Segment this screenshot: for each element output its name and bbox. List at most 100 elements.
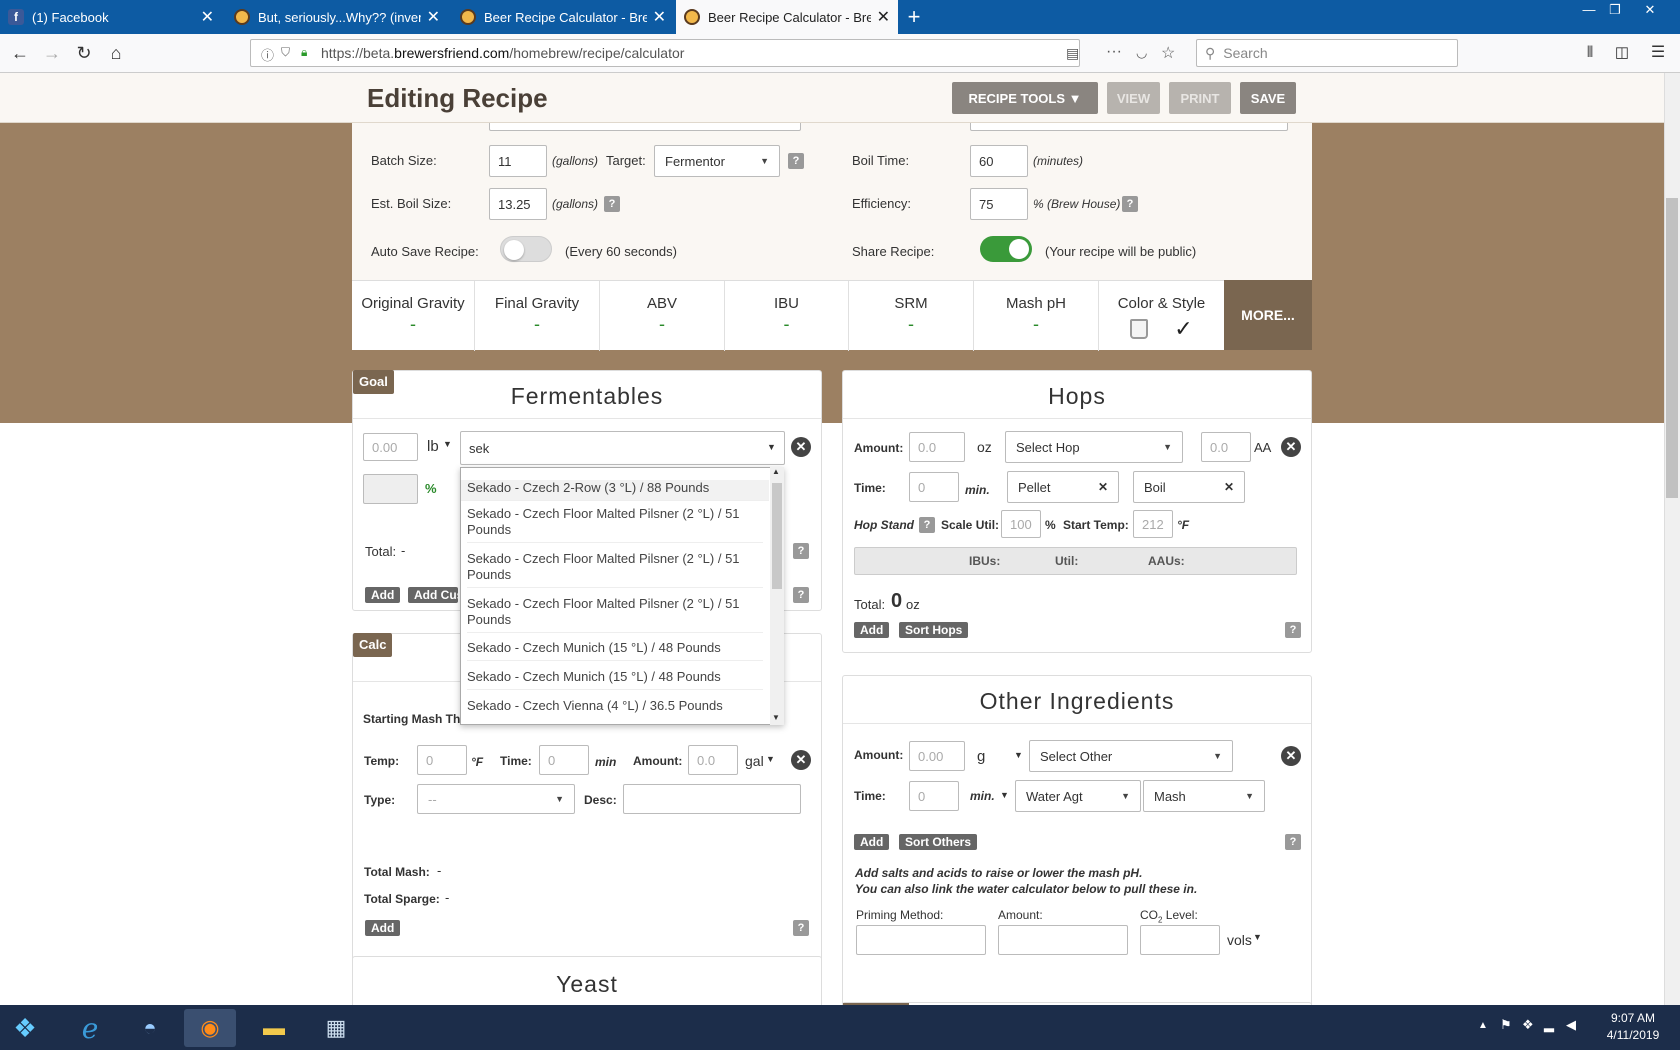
pocket-icon[interactable]: ◡ xyxy=(1136,45,1147,61)
url-bar[interactable]: ⓘ ⛉ 🔒︎ https://beta.brewersfriend.com/ho… xyxy=(250,39,1175,67)
fermentable-option[interactable]: Sekado - Czech Floor Malted Pilsner (2 °… xyxy=(467,551,763,588)
fermentable-option[interactable]: Sekado - Czech Floor Malted Pilsner (2 °… xyxy=(467,596,763,633)
auto-save-toggle[interactable] xyxy=(500,236,552,262)
close-tab-icon[interactable]: ✕ xyxy=(201,7,214,27)
show-hidden-icons[interactable]: ▲ xyxy=(1478,1020,1488,1031)
bookmark-star-icon[interactable]: ☆ xyxy=(1161,43,1175,63)
page-actions-icon[interactable]: ··· xyxy=(1106,43,1122,61)
fermentable-option[interactable]: Sekado - Czech Vienna (4 °L) / 36.5 Poun… xyxy=(467,698,763,718)
help-icon[interactable]: ? xyxy=(1122,196,1138,212)
mash-amount-input[interactable]: 0.0 xyxy=(688,745,738,775)
url-text[interactable]: https://beta.brewersfriend.com/homebrew/… xyxy=(321,45,684,61)
fermentable-option[interactable]: Sekado - Czech Munich (15 °L) / 48 Pound… xyxy=(467,640,763,661)
minimize-icon[interactable]: — xyxy=(1576,0,1602,22)
internet-explorer-icon[interactable]: e xyxy=(64,1009,116,1047)
close-window-icon[interactable]: ✕ xyxy=(1630,0,1670,22)
chat-app-icon[interactable]: ◓ xyxy=(124,1009,176,1047)
forward-icon[interactable]: → xyxy=(40,42,64,66)
other-unit-select[interactable]: g xyxy=(977,748,985,765)
efficiency-input[interactable]: 75 xyxy=(970,188,1028,220)
fermentable-option[interactable]: Sekado - Czech Munich (15 °L) / 48 Pound… xyxy=(467,669,763,690)
add-custom-fermentable-button[interactable]: Add Cus xyxy=(408,587,458,603)
restore-icon[interactable]: ❐ xyxy=(1602,0,1628,22)
calc-badge[interactable]: Calc xyxy=(353,633,393,657)
fermentable-unit-select[interactable]: lb xyxy=(427,438,439,455)
help-icon[interactable]: ? xyxy=(793,920,809,936)
home-icon[interactable]: ⌂ xyxy=(104,42,128,66)
hop-amount-input[interactable]: 0.0 xyxy=(909,432,965,462)
network-icon[interactable]: ▂ xyxy=(1544,1017,1554,1033)
dropbox-icon[interactable]: ❖ xyxy=(1522,1017,1534,1033)
co2-unit-select[interactable]: vols xyxy=(1227,932,1252,948)
batch-size-input[interactable]: 11 xyxy=(489,145,547,177)
start-button[interactable]: ❖ xyxy=(2,1009,48,1047)
priming-method-input[interactable] xyxy=(856,925,986,955)
help-icon[interactable]: ? xyxy=(793,587,809,603)
fermentable-percent-input[interactable] xyxy=(363,474,418,504)
other-use-select[interactable]: Mash ▼ xyxy=(1143,780,1265,812)
recipe-tools-button[interactable]: RECIPE TOOLS ▼ xyxy=(952,82,1098,114)
hop-aa-input[interactable]: 0.0 xyxy=(1201,432,1251,462)
sort-hops-button[interactable]: Sort Hops xyxy=(899,622,969,638)
more-stats-button[interactable]: MORE... xyxy=(1224,280,1312,350)
hop-form-select[interactable]: Pellet ✕ xyxy=(1007,471,1119,503)
reader-view-icon[interactable]: ▤ xyxy=(1066,45,1079,62)
dropdown-scrollbar[interactable]: ▲ ▼ xyxy=(770,467,784,725)
close-tab-icon[interactable]: ✕ xyxy=(653,7,666,27)
close-tab-icon[interactable]: ✕ xyxy=(427,7,440,27)
tab-facebook[interactable]: f (1) Facebook ✕ xyxy=(0,0,222,34)
reload-icon[interactable]: ↻ xyxy=(72,42,96,66)
sidebar-icon[interactable]: ◫ xyxy=(1610,42,1634,66)
mash-temp-input[interactable]: 0 xyxy=(417,745,467,775)
other-time-input[interactable]: 0 xyxy=(909,781,959,811)
tab-recipe-calculator[interactable]: Beer Recipe Calculator - Brewe ✕ xyxy=(452,0,674,34)
scale-util-input[interactable]: 100 xyxy=(1001,510,1041,538)
hop-use-select[interactable]: Boil ✕ xyxy=(1133,471,1245,503)
library-icon[interactable]: ⫴ xyxy=(1578,42,1602,66)
fermentable-option[interactable]: Sekado - Czech Floor Malted Pilsner (2 °… xyxy=(467,506,763,543)
file-explorer-icon[interactable]: ▬ xyxy=(248,1009,300,1047)
scroll-down-icon[interactable]: ▼ xyxy=(772,713,780,722)
taskbar-clock[interactable]: 9:07 AM 4/11/2019 xyxy=(1590,1010,1676,1044)
flag-icon[interactable]: ⚑ xyxy=(1500,1017,1512,1033)
clear-icon[interactable]: ✕ xyxy=(1098,480,1108,494)
goal-badge[interactable]: Goal xyxy=(353,370,394,394)
add-mash-step-button[interactable]: Add xyxy=(365,920,401,936)
fermentable-option[interactable]: Sekado - Czech 2-Row (3 °L) / 88 Pounds xyxy=(461,480,769,501)
dropdown-scroll-thumb[interactable] xyxy=(772,483,782,589)
sort-others-button[interactable]: Sort Others xyxy=(899,834,978,850)
tracking-shield-icon[interactable]: ⛉ xyxy=(281,45,290,60)
remove-fermentable-icon[interactable]: ✕ xyxy=(791,437,811,457)
scroll-up-icon[interactable]: ▲ xyxy=(772,467,780,476)
target-select[interactable]: Fermentor ▼ xyxy=(654,145,780,177)
start-temp-input[interactable]: 212 xyxy=(1133,510,1173,538)
help-icon[interactable]: ? xyxy=(1285,622,1301,638)
clear-icon[interactable]: ✕ xyxy=(1224,480,1234,494)
share-recipe-toggle[interactable] xyxy=(980,236,1032,262)
remove-mash-step-icon[interactable]: ✕ xyxy=(791,750,811,770)
view-button[interactable]: VIEW xyxy=(1107,82,1160,114)
remove-other-icon[interactable]: ✕ xyxy=(1281,746,1301,766)
hop-time-input[interactable]: 0 xyxy=(909,472,959,502)
volume-icon[interactable]: ◀ xyxy=(1566,1017,1576,1033)
menu-icon[interactable]: ☰ xyxy=(1646,42,1670,66)
help-icon[interactable]: ? xyxy=(919,517,935,533)
est-boil-size-input[interactable]: 13.25 xyxy=(489,188,547,220)
help-icon[interactable]: ? xyxy=(793,543,809,559)
mash-time-input[interactable]: 0 xyxy=(539,745,589,775)
remove-hop-icon[interactable]: ✕ xyxy=(1281,437,1301,457)
boil-time-input[interactable]: 60 xyxy=(970,145,1028,177)
tab-recipe-calculator-active[interactable]: Beer Recipe Calculator - Brewe ✕ xyxy=(676,0,898,34)
search-bar[interactable]: ⚲ Search xyxy=(1196,39,1458,67)
other-type-select[interactable]: Water Agt ▼ xyxy=(1015,780,1141,812)
help-icon[interactable]: ? xyxy=(604,196,620,212)
page-scroll-thumb[interactable] xyxy=(1666,198,1678,498)
priming-amount-input[interactable] xyxy=(998,925,1128,955)
back-icon[interactable]: ← xyxy=(8,42,32,66)
info-icon[interactable]: ⓘ xyxy=(261,45,274,64)
other-amount-input[interactable]: 0.00 xyxy=(909,741,965,771)
close-tab-icon[interactable]: ✕ xyxy=(877,7,890,27)
co2-level-input[interactable] xyxy=(1140,925,1220,955)
select-hop-dropdown[interactable]: Select Hop ▼ xyxy=(1005,431,1183,463)
firefox-icon[interactable]: ◉ xyxy=(184,1009,236,1047)
